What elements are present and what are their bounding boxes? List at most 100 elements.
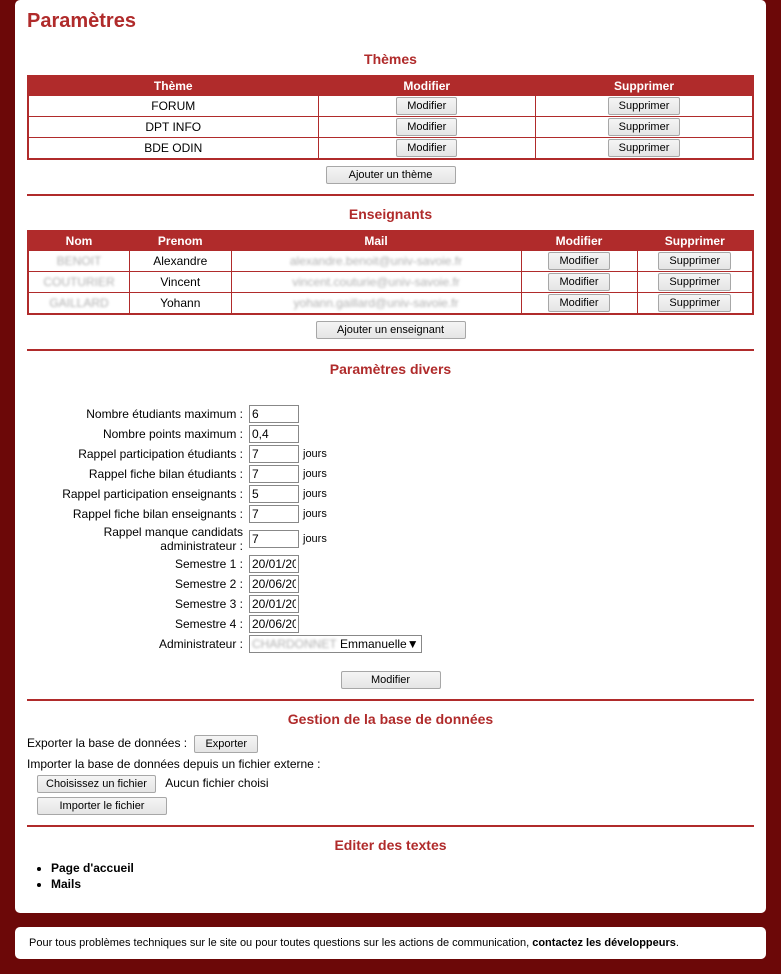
delete-button[interactable]: Supprimer (658, 294, 731, 312)
table-row: FORUM Modifier Supprimer (28, 96, 753, 117)
teacher-mail: yohann.gaillard@univ-savoie.fr (294, 296, 459, 310)
teachers-table: Nom Prenom Mail Modifier Supprimer BENOI… (27, 230, 754, 315)
edit-texts-title: Editer des textes (27, 837, 754, 853)
edit-home-link[interactable]: Page d'accueil (51, 861, 134, 875)
modify-button[interactable]: Modifier (396, 139, 457, 157)
themes-col-delete: Supprimer (536, 76, 754, 96)
themes-col-modify: Modifier (318, 76, 536, 96)
unit-label: jours (303, 448, 327, 460)
delete-button[interactable]: Supprimer (658, 252, 731, 270)
sem2-label: Semestre 2 : (27, 577, 249, 591)
remind-part-ens-input[interactable] (249, 485, 299, 503)
remind-admin-label: Rappel manque candidats administrateur : (27, 525, 249, 553)
chevron-down-icon: ▼ (407, 637, 419, 651)
unit-label: jours (303, 533, 327, 545)
sem3-label: Semestre 3 : (27, 597, 249, 611)
teacher-mail: alexandre.benoit@univ-savoie.fr (290, 254, 462, 268)
remind-part-stud-input[interactable] (249, 445, 299, 463)
table-row: BENOIT Alexandre alexandre.benoit@univ-s… (28, 251, 753, 272)
modify-button[interactable]: Modifier (396, 118, 457, 136)
teacher-nom: BENOIT (57, 254, 102, 268)
admin-label: Administrateur : (27, 637, 249, 651)
themes-table: Thème Modifier Supprimer FORUM Modifier … (27, 75, 754, 160)
sem3-input[interactable] (249, 595, 299, 613)
choose-file-button[interactable]: Choisissez un fichier (37, 775, 156, 793)
teacher-prenom: Alexandre (130, 251, 232, 272)
footer-text: Pour tous problèmes techniques sur le si… (29, 937, 532, 949)
section-divider (27, 825, 754, 827)
theme-name: FORUM (28, 96, 318, 117)
max-students-label: Nombre étudiants maximum : (27, 407, 249, 421)
delete-button[interactable]: Supprimer (608, 139, 681, 157)
table-row: GAILLARD Yohann yohann.gaillard@univ-sav… (28, 293, 753, 315)
admin-visible-name: Emmanuelle (340, 637, 407, 651)
theme-name: DPT INFO (28, 117, 318, 138)
max-points-label: Nombre points maximum : (27, 427, 249, 441)
footer-suffix: . (676, 937, 679, 949)
edit-texts-list: Page d'accueil Mails (51, 861, 754, 891)
sem4-label: Semestre 4 : (27, 617, 249, 631)
teacher-prenom: Vincent (130, 272, 232, 293)
divers-form: Nombre étudiants maximum : Nombre points… (27, 385, 754, 665)
footer-card: Pour tous problèmes techniques sur le si… (15, 927, 766, 959)
remind-bilan-stud-label: Rappel fiche bilan étudiants : (27, 467, 249, 481)
max-students-input[interactable] (249, 405, 299, 423)
contact-developers-link[interactable]: contactez les développeurs (532, 937, 676, 949)
unit-label: jours (303, 508, 327, 520)
themes-title: Thèmes (27, 51, 754, 67)
remind-bilan-ens-input[interactable] (249, 505, 299, 523)
teacher-prenom: Yohann (130, 293, 232, 315)
admin-select[interactable]: CHARDONNET Emmanuelle ▼ (249, 635, 422, 653)
import-file-button[interactable]: Importer le fichier (37, 797, 167, 815)
sem2-input[interactable] (249, 575, 299, 593)
admin-hidden-name: CHARDONNET (252, 637, 337, 651)
teacher-nom: GAILLARD (49, 296, 108, 310)
teachers-col-prenom: Prenom (130, 231, 232, 251)
file-status: Aucun fichier choisi (165, 776, 268, 790)
add-theme-button[interactable]: Ajouter un thème (326, 166, 456, 184)
sem1-label: Semestre 1 : (27, 557, 249, 571)
remind-bilan-ens-label: Rappel fiche bilan enseignants : (27, 507, 249, 521)
section-divider (27, 349, 754, 351)
sem4-input[interactable] (249, 615, 299, 633)
unit-label: jours (303, 468, 327, 480)
add-teacher-button[interactable]: Ajouter un enseignant (316, 321, 466, 339)
teacher-mail: vincent.couturie@univ-savoie.fr (292, 275, 460, 289)
delete-button[interactable]: Supprimer (608, 97, 681, 115)
divers-modify-button[interactable]: Modifier (341, 671, 441, 689)
unit-label: jours (303, 488, 327, 500)
edit-mails-link[interactable]: Mails (51, 877, 81, 891)
table-row: DPT INFO Modifier Supprimer (28, 117, 753, 138)
import-label: Importer la base de données depuis un fi… (27, 757, 754, 771)
teachers-col-nom: Nom (28, 231, 130, 251)
export-label: Exporter la base de données : (27, 736, 187, 750)
remind-bilan-stud-input[interactable] (249, 465, 299, 483)
delete-button[interactable]: Supprimer (658, 273, 731, 291)
remind-part-stud-label: Rappel participation étudiants : (27, 447, 249, 461)
remind-admin-input[interactable] (249, 530, 299, 548)
sem1-input[interactable] (249, 555, 299, 573)
themes-col-name: Thème (28, 76, 318, 96)
theme-name: BDE ODIN (28, 138, 318, 160)
section-divider (27, 194, 754, 196)
modify-button[interactable]: Modifier (548, 294, 609, 312)
max-points-input[interactable] (249, 425, 299, 443)
modify-button[interactable]: Modifier (548, 252, 609, 270)
section-divider (27, 699, 754, 701)
remind-part-ens-label: Rappel participation enseignants : (27, 487, 249, 501)
table-row: COUTURIER Vincent vincent.couturie@univ-… (28, 272, 753, 293)
modify-button[interactable]: Modifier (548, 273, 609, 291)
db-section: Exporter la base de données : Exporter I… (27, 735, 754, 815)
page-title: Paramètres (27, 10, 754, 33)
db-title: Gestion de la base de données (27, 711, 754, 727)
export-button[interactable]: Exporter (194, 735, 258, 753)
teachers-col-modify: Modifier (521, 231, 637, 251)
modify-button[interactable]: Modifier (396, 97, 457, 115)
table-row: BDE ODIN Modifier Supprimer (28, 138, 753, 160)
settings-panel: Paramètres Thèmes Thème Modifier Supprim… (15, 0, 766, 913)
delete-button[interactable]: Supprimer (608, 118, 681, 136)
teacher-nom: COUTURIER (43, 275, 114, 289)
teachers-col-delete: Supprimer (637, 231, 753, 251)
divers-title: Paramètres divers (27, 361, 754, 377)
teachers-title: Enseignants (27, 206, 754, 222)
